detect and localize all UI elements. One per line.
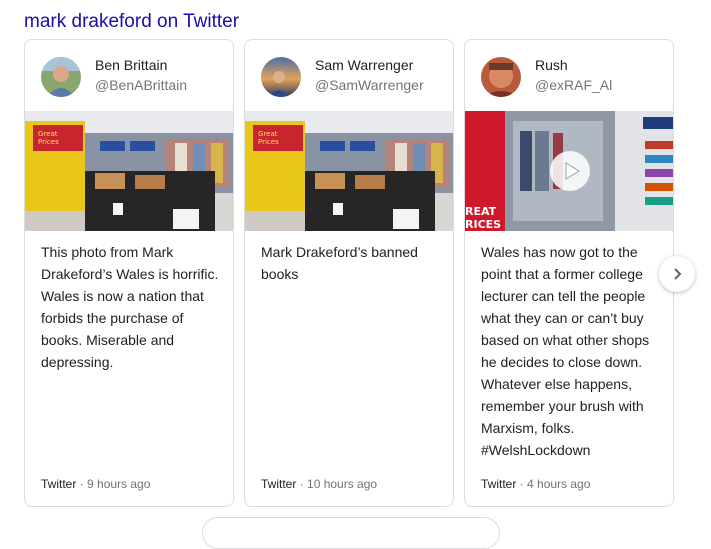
tweet-time: 9 hours ago xyxy=(87,477,151,491)
tweet-image[interactable]: Great Prices xyxy=(25,111,233,231)
tweet-card[interactable]: Sam Warrenger @SamWarrenger Great Prices… xyxy=(244,39,454,507)
tweet-card[interactable]: Rush @exRAF_Al REAT RICES Wales has now … xyxy=(464,39,674,507)
carousel-next-button[interactable] xyxy=(659,256,695,292)
store-sign-line2: Prices xyxy=(258,138,279,146)
tweet-source: Twitter xyxy=(41,477,77,491)
avatar xyxy=(261,57,301,97)
separator: · xyxy=(516,477,528,491)
tweet-time: 10 hours ago xyxy=(307,477,378,491)
tweet-footer: Twitter · 4 hours ago xyxy=(481,477,590,491)
tweet-text: Wales has now got to the point that a fo… xyxy=(481,244,650,458)
tweet-author[interactable]: Rush @exRAF_Al xyxy=(465,40,673,112)
author-name: Rush xyxy=(535,57,568,73)
tweet-video-thumbnail[interactable]: REAT RICES xyxy=(465,111,673,231)
view-all-button[interactable] xyxy=(202,517,500,549)
store-sign-line1: Great xyxy=(258,130,278,138)
result-heading-link[interactable]: mark drakeford on Twitter xyxy=(24,10,239,34)
tweet-author[interactable]: Ben Brittain @BenABrittain xyxy=(25,40,233,112)
store-sign-line1: Great xyxy=(38,130,58,138)
tweet-card[interactable]: Ben Brittain @BenABrittain Great Prices … xyxy=(24,39,234,507)
author-handle: @BenABrittain xyxy=(95,77,188,93)
tweet-footer: Twitter · 10 hours ago xyxy=(261,477,377,491)
avatar xyxy=(41,57,81,97)
tweet-image[interactable]: Great Prices xyxy=(245,111,453,231)
tweet-text: Mark Drakeford’s banned books xyxy=(261,244,418,282)
author-handle: @SamWarrenger xyxy=(315,77,424,93)
store-sign-line2: Prices xyxy=(38,138,59,146)
overlay-text-line1: REAT xyxy=(465,205,497,218)
author-name: Ben Brittain xyxy=(95,57,168,73)
avatar xyxy=(481,57,521,97)
tweet-author[interactable]: Sam Warrenger @SamWarrenger xyxy=(245,40,453,112)
tweet-text: This photo from Mark Drakeford’s Wales i… xyxy=(41,244,219,370)
separator: · xyxy=(76,477,88,491)
overlay-text-line2: RICES xyxy=(465,218,501,231)
play-icon xyxy=(565,162,580,180)
tweet-footer: Twitter · 9 hours ago xyxy=(41,477,150,491)
author-name: Sam Warrenger xyxy=(315,57,414,73)
tweet-source: Twitter xyxy=(261,477,297,491)
author-handle: @exRAF_Al xyxy=(535,77,613,93)
tweet-time: 4 hours ago xyxy=(527,477,591,491)
chevron-right-icon xyxy=(674,268,682,280)
tweet-source: Twitter xyxy=(481,477,517,491)
play-button[interactable] xyxy=(550,151,590,191)
separator: · xyxy=(296,477,308,491)
